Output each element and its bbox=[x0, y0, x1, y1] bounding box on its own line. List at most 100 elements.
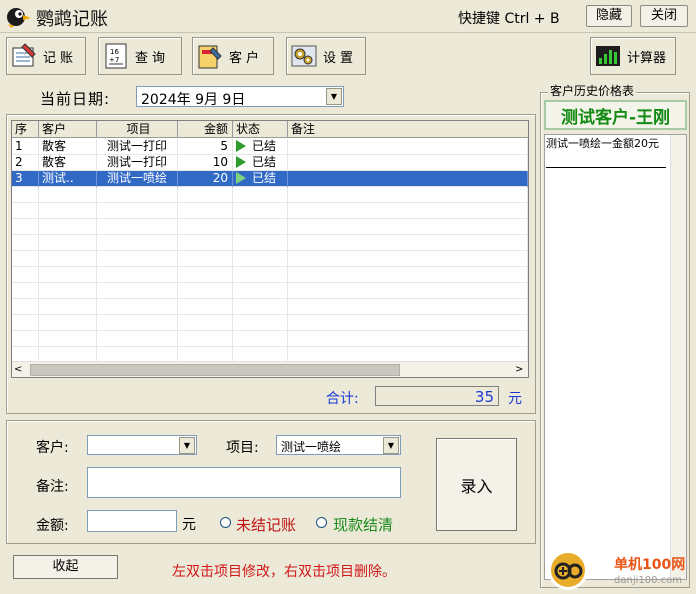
query-button[interactable]: 16 +7 查询 bbox=[98, 37, 182, 75]
watermark-site-name: 单机100网 bbox=[614, 557, 686, 573]
parrot-logo-icon bbox=[7, 8, 31, 28]
toolbar: 记账 16 +7 查询 客户 设置 计算器 bbox=[0, 32, 696, 76]
row-item: 测试一打印 bbox=[97, 155, 178, 171]
records-table[interactable]: 序 客户 项目 金额 状态 备注 1 散客 测试一打印 5 已结 2 散客 测试… bbox=[11, 120, 529, 378]
close-button[interactable]: 关闭 bbox=[640, 5, 688, 27]
record-label: 记账 bbox=[43, 50, 78, 66]
empty-row bbox=[12, 267, 528, 283]
list-item[interactable]: 测试一喷绘一金额20元 bbox=[546, 135, 666, 168]
gears-icon bbox=[291, 45, 317, 67]
row-customer: 散客 bbox=[39, 139, 97, 155]
amount-field-label: 金额: bbox=[36, 518, 69, 534]
item-select[interactable]: 测试一喷绘 ▼ bbox=[276, 435, 401, 455]
unsettled-radio[interactable] bbox=[220, 517, 231, 528]
column-header[interactable]: 备注 bbox=[288, 121, 528, 138]
row-status: 已结 bbox=[233, 171, 288, 187]
total-field: 35 bbox=[375, 386, 499, 406]
empty-row bbox=[12, 299, 528, 315]
row-amount: 20 bbox=[178, 171, 233, 187]
settings-label: 设置 bbox=[323, 50, 358, 66]
row-customer: 散客 bbox=[39, 155, 97, 171]
table-header: 序 客户 项目 金额 状态 备注 bbox=[12, 121, 528, 138]
chevron-right-icon[interactable]: > bbox=[515, 364, 523, 375]
calculator-label: 计算器 bbox=[627, 50, 667, 66]
table-row-selected[interactable]: 3 测试.. 测试一喷绘 20 已结 bbox=[12, 171, 528, 187]
site-watermark: 单机100网 danji100.com bbox=[548, 548, 694, 592]
item-field-label: 项目: bbox=[226, 440, 259, 456]
record-button[interactable]: 记账 bbox=[6, 37, 86, 75]
svg-text:16: 16 bbox=[110, 48, 119, 56]
cash-settled-radio-label[interactable]: 现款结清 bbox=[333, 514, 393, 535]
row-amount: 10 bbox=[178, 155, 233, 171]
settled-icon bbox=[236, 172, 246, 184]
column-header[interactable]: 项目 bbox=[97, 121, 178, 138]
amount-input[interactable] bbox=[87, 510, 177, 532]
column-header[interactable]: 客户 bbox=[39, 121, 97, 138]
collapse-button[interactable]: 收起 bbox=[13, 555, 118, 579]
row-amount: 5 bbox=[178, 139, 233, 155]
app-title: 鹦鹉记账 bbox=[36, 9, 108, 30]
empty-row bbox=[12, 219, 528, 235]
settings-button[interactable]: 设置 bbox=[286, 37, 366, 75]
customer-field-label: 客户: bbox=[36, 440, 69, 456]
empty-row bbox=[12, 251, 528, 267]
row-status-text: 已结 bbox=[252, 139, 277, 153]
chevron-down-icon[interactable]: ▼ bbox=[179, 437, 195, 454]
unsettled-radio-label[interactable]: 未结记账 bbox=[236, 514, 296, 535]
watermark-logo-glyph bbox=[554, 562, 583, 580]
row-number: 2 bbox=[12, 155, 39, 171]
vertical-scrollbar[interactable] bbox=[670, 135, 686, 579]
empty-row bbox=[12, 203, 528, 219]
customer-book-icon bbox=[198, 45, 222, 69]
watermark-site-url: danji100.com bbox=[614, 575, 682, 586]
hotkey-hint: 快捷键 Ctrl + B bbox=[458, 11, 560, 27]
empty-row bbox=[12, 187, 528, 203]
total-unit: 元 bbox=[508, 391, 522, 407]
submit-entry-button[interactable]: 录入 bbox=[436, 438, 517, 531]
customer-select[interactable]: ▼ bbox=[87, 435, 197, 455]
scrollbar-thumb[interactable] bbox=[30, 364, 400, 376]
settled-icon bbox=[236, 156, 246, 168]
column-header[interactable]: 状态 bbox=[233, 121, 288, 138]
empty-row bbox=[12, 331, 528, 347]
horizontal-scrollbar[interactable]: < > bbox=[12, 361, 528, 377]
price-history-list[interactable]: 测试一喷绘一金额20元 bbox=[544, 134, 687, 580]
date-value: 2024年 9月 9日 bbox=[141, 92, 246, 108]
row-item: 测试一喷绘 bbox=[97, 171, 178, 187]
ledger-pen-icon bbox=[12, 43, 36, 67]
customer-button[interactable]: 客户 bbox=[192, 37, 274, 75]
row-item: 测试一打印 bbox=[97, 139, 178, 155]
table-row[interactable]: 1 散客 测试一打印 5 已结 bbox=[12, 139, 528, 155]
chevron-down-icon[interactable]: ▼ bbox=[326, 88, 342, 105]
total-label: 合计: bbox=[326, 391, 359, 407]
hide-button[interactable]: 隐藏 bbox=[586, 5, 632, 27]
customer-label: 客户 bbox=[229, 50, 264, 66]
svg-text:+7: +7 bbox=[109, 56, 119, 64]
column-header[interactable]: 序 bbox=[12, 121, 39, 138]
amount-unit: 元 bbox=[182, 517, 196, 533]
note-field-label: 备注: bbox=[36, 479, 69, 495]
row-note bbox=[288, 139, 528, 155]
table-row[interactable]: 2 散客 测试一打印 10 已结 bbox=[12, 155, 528, 171]
row-number: 3 bbox=[12, 171, 39, 187]
row-status-text: 已结 bbox=[252, 155, 277, 169]
cash-settled-radio[interactable] bbox=[316, 517, 327, 528]
total-value: 35 bbox=[474, 388, 494, 406]
usage-hint: 左双击项目修改，右双击项目删除。 bbox=[172, 564, 396, 580]
date-label: 当前日期: bbox=[40, 90, 111, 108]
item-select-value: 测试一喷绘 bbox=[281, 440, 342, 454]
row-note bbox=[288, 171, 528, 187]
empty-row bbox=[12, 315, 528, 331]
row-status-text: 已结 bbox=[252, 171, 277, 185]
empty-row bbox=[12, 283, 528, 299]
price-history-title: 客户历史价格表 bbox=[548, 82, 637, 99]
date-picker[interactable]: 2024年 9月 9日 ▼ bbox=[136, 86, 344, 108]
column-header[interactable]: 金额 bbox=[178, 121, 233, 138]
chevron-down-icon[interactable]: ▼ bbox=[383, 437, 399, 454]
row-status: 已结 bbox=[233, 139, 288, 155]
note-input[interactable] bbox=[87, 467, 401, 498]
calculator-button[interactable]: 计算器 bbox=[590, 37, 676, 75]
query-label: 查询 bbox=[135, 50, 170, 66]
calculation-sheet-icon: 16 +7 bbox=[105, 43, 127, 69]
chevron-left-icon[interactable]: < bbox=[14, 364, 22, 375]
